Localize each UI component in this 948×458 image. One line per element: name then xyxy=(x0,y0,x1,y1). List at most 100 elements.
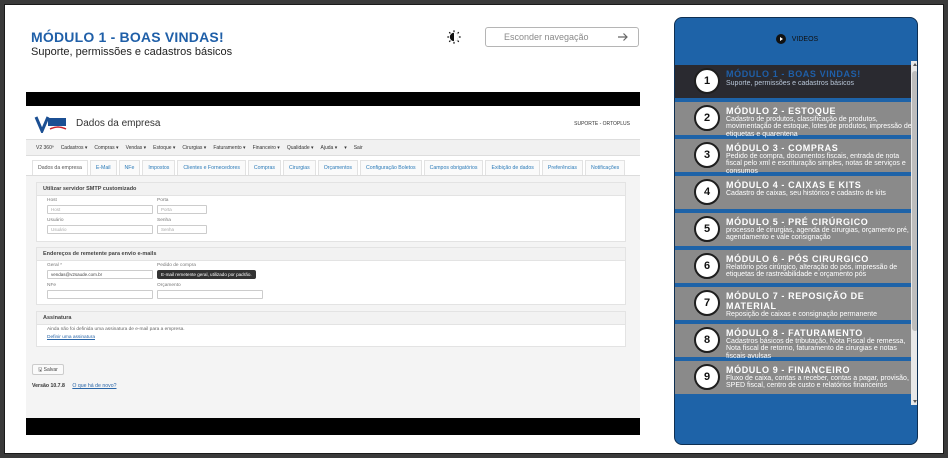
video-tab: Dados da empresa xyxy=(32,160,88,175)
item-number: 7 xyxy=(694,290,720,316)
arrow-right-icon xyxy=(618,33,628,41)
nfe-field xyxy=(47,290,153,299)
tooltip: E-mail remetente geral, utilizado por pa… xyxy=(157,270,256,279)
signature-panel: Assinatura Ainda não foi definida uma as… xyxy=(36,311,626,347)
video-menu-item: Cirurgias ▾ xyxy=(182,144,207,151)
pedido-label: Pedido de compra xyxy=(157,263,196,268)
sender-panel: Endereços de remetente para envio e-mail… xyxy=(36,247,626,305)
page-subtitle: Suporte, permissões e cadastros básicos xyxy=(31,46,233,58)
video-frame: Dados da empresa SUPORTE - ORTOPLUS V2 3… xyxy=(26,106,640,418)
item-title: MÓDULO 1 - BOAS VINDAS! xyxy=(726,69,861,79)
smtp-title: Utilizar servidor SMTP customizado xyxy=(37,183,625,196)
item-title: MÓDULO 8 - FATURAMENTO xyxy=(726,328,863,338)
video-item-2[interactable]: 2 MÓDULO 2 - ESTOQUE Cadastro de produto… xyxy=(675,102,912,138)
item-number: 6 xyxy=(694,253,720,279)
item-desc: Pedido de compra, documentos fiscais, en… xyxy=(726,153,906,175)
scroll-thumb[interactable] xyxy=(912,71,917,331)
sidebar-scrollbar[interactable] xyxy=(911,61,917,405)
item-number: 1 xyxy=(694,68,720,94)
video-menu-item: Qualidade ▾ xyxy=(286,144,314,151)
video-player[interactable]: Dados da empresa SUPORTE - ORTOPLUS V2 3… xyxy=(26,92,640,435)
video-item-5[interactable]: 5 MÓDULO 5 - PRÉ CIRÚRGICO processo de c… xyxy=(675,213,911,246)
smtp-panel: Utilizar servidor SMTP customizado Host … xyxy=(36,182,626,242)
video-tab: Configuração Boletos xyxy=(360,160,422,175)
hide-navigation-label: Esconder navegação xyxy=(504,32,589,42)
video-menu-item: ▾ xyxy=(344,144,347,151)
video-item-1[interactable]: 1 MÓDULO 1 - BOAS VINDAS! Suporte, permi… xyxy=(675,65,911,98)
videos-header: VIDEOS xyxy=(675,34,917,44)
signature-link: Definir uma assinatura xyxy=(47,335,95,340)
video-item-9[interactable]: 9 MÓDULO 9 - FINANCEIRO Fluxo de caixa, … xyxy=(675,361,911,394)
scroll-down-icon[interactable] xyxy=(912,400,917,403)
video-tab: Preferências xyxy=(541,160,584,175)
video-item-4[interactable]: 4 MÓDULO 4 - CAIXAS E KITS Cadastro de c… xyxy=(675,176,911,209)
video-tab: Orçamentos xyxy=(317,160,358,175)
item-desc: Suporte, permissões e cadastros básicos xyxy=(726,80,855,87)
video-menu-item: V2 360º xyxy=(36,144,54,151)
signature-text: Ainda não foi definida uma assinatura de… xyxy=(47,327,185,332)
video-tab: Campos obrigatórios xyxy=(423,160,484,175)
nfe-label: NFe xyxy=(47,283,57,288)
video-tab: Clientes e Fornecedores xyxy=(177,160,246,175)
orcamento-label: Orçamento xyxy=(157,283,181,288)
video-menu-item: Vendas ▾ xyxy=(125,144,147,151)
theme-toggle-icon[interactable] xyxy=(447,30,461,44)
item-title: MÓDULO 5 - PRÉ CIRÚRGICO xyxy=(726,217,869,227)
senha-label: Senha xyxy=(157,218,171,223)
host-field: Host xyxy=(47,205,153,214)
video-item-3[interactable]: 3 MÓDULO 3 - COMPRAS Pedido de compra, d… xyxy=(675,139,911,175)
video-menu-item: Financeiro ▾ xyxy=(252,144,280,151)
video-user: SUPORTE - ORTOPLUS xyxy=(574,121,630,127)
item-number: 5 xyxy=(694,216,720,242)
orcamento-field xyxy=(157,290,263,299)
page-title: MÓDULO 1 - BOAS VINDAS! xyxy=(31,29,224,45)
scroll-up-icon[interactable] xyxy=(912,63,917,66)
item-title: MÓDULO 2 - ESTOQUE xyxy=(726,106,837,116)
item-number: 9 xyxy=(694,364,720,390)
video-page-title: Dados da empresa xyxy=(76,118,161,129)
video-tab: Exibição de dados xyxy=(485,160,540,175)
item-desc: Reposição de caixas e consignação perman… xyxy=(726,311,877,318)
video-version: Versão 10.7.8 O que há de novo? xyxy=(32,383,116,389)
video-menu-item: Estoque ▾ xyxy=(153,144,176,151)
video-item-6[interactable]: 6 MÓDULO 6 - PÓS CIRURGICO Relatório pós… xyxy=(675,250,911,283)
geral-field: vendas@v2saude.com.br xyxy=(47,270,153,279)
item-title: MÓDULO 6 - PÓS CIRURGICO xyxy=(726,254,869,264)
video-item-7[interactable]: 7 MÓDULO 7 - REPOSIÇÃO DE MATERIAL Repos… xyxy=(675,287,911,320)
item-number: 3 xyxy=(694,142,720,168)
video-sidebar: VIDEOS 1 MÓDULO 1 - BOAS VINDAS! Suporte… xyxy=(674,17,918,445)
item-desc: Relatório pós cirúrgico, alteração do pó… xyxy=(726,264,898,279)
item-desc: Cadastro de produtos, classificação de p… xyxy=(726,116,912,138)
whats-new-link: O que há de novo? xyxy=(72,383,117,389)
video-tab: Impostos xyxy=(142,160,176,175)
usuario-field: Usuário xyxy=(47,225,153,234)
video-menu-item: Ajuda ▾ xyxy=(320,144,338,151)
video-item-8[interactable]: 8 MÓDULO 8 - FATURAMENTO Cadastros básic… xyxy=(675,324,911,360)
porta-field: Porta xyxy=(157,205,207,214)
video-app-header: Dados da empresa SUPORTE - ORTOPLUS xyxy=(26,106,640,140)
signature-title: Assinatura xyxy=(37,312,625,325)
video-tab: NFe xyxy=(118,160,141,175)
video-menu-item: Faturamento ▾ xyxy=(213,144,246,151)
item-desc: Cadastros básicos de tributação, Nota Fi… xyxy=(726,338,906,360)
item-desc: Fluxo de caixa, contas a receber, contas… xyxy=(726,375,909,390)
video-menu-item: Cadastros ▾ xyxy=(60,144,88,151)
item-title: MÓDULO 3 - COMPRAS xyxy=(726,143,839,153)
item-title: MÓDULO 9 - FINANCEIRO xyxy=(726,365,851,375)
video-menu-bar: V2 360º Cadastros ▾ Compras ▾ Vendas ▾ E… xyxy=(26,140,640,156)
play-icon xyxy=(775,34,786,44)
video-tab: E-Mail xyxy=(89,160,117,175)
videos-header-label: VIDEOS xyxy=(791,35,819,43)
video-save-button: 🖫 Salvar xyxy=(32,364,64,375)
video-tab: Notificações xyxy=(585,160,626,175)
item-desc: Cadastro de caixas, seu histórico e cada… xyxy=(726,190,886,197)
item-title: MÓDULO 4 - CAIXAS E KITS xyxy=(726,180,862,190)
hide-navigation-button[interactable]: Esconder navegação xyxy=(485,27,639,47)
video-menu-item: Compras ▾ xyxy=(94,144,119,151)
item-number: 2 xyxy=(694,105,720,131)
item-number: 8 xyxy=(694,327,720,353)
video-tab-bar: Dados da empresa E-Mail NFe Impostos Cli… xyxy=(26,156,640,176)
item-desc: processo de cirurgias, agenda de cirurgi… xyxy=(726,227,909,242)
video-save-label: Salvar xyxy=(43,367,58,373)
video-tab: Compras xyxy=(247,160,281,175)
